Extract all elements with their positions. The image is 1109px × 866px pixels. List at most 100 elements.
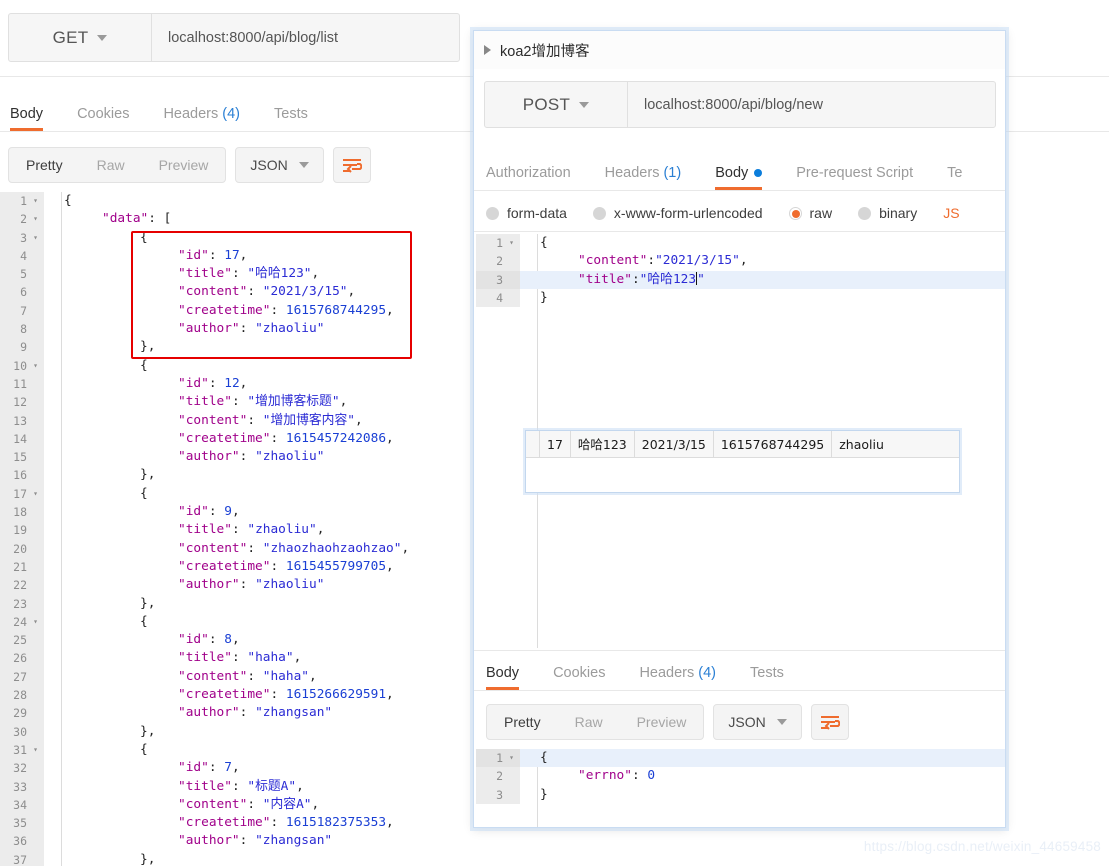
code-token: ,	[239, 247, 248, 263]
code-line[interactable]: 7 "createtime": 1615768744295,	[0, 301, 470, 321]
ov-req-tab-headers[interactable]: Headers (1)	[605, 165, 682, 190]
line-number-text: 26	[13, 651, 27, 666]
ov-req-tab-authorization[interactable]: Authorization	[486, 165, 571, 190]
line-number-text: 34	[13, 797, 27, 812]
code-line[interactable]: 4}	[476, 288, 1005, 308]
code-line[interactable]: 2 "errno": 0	[476, 767, 1005, 786]
code-line[interactable]: 3}	[476, 785, 1005, 804]
ov-req-tab-body[interactable]: Body	[715, 165, 763, 190]
code-line[interactable]: 22 "author": "zhaoliu"	[0, 576, 470, 595]
post-request-window-overlay[interactable]: koa2增加博客 POST localhost:8000/api/blog/ne…	[473, 30, 1006, 828]
bg-mode-preview[interactable]: Preview	[142, 148, 226, 182]
code-line[interactable]: 30},	[0, 722, 470, 741]
code-line[interactable]: 27 "content": "haha",	[0, 667, 470, 687]
code-line[interactable]: 24 ▾ {	[0, 612, 470, 632]
body-type-x-www-form-urlencoded[interactable]: x-www-form-urlencoded	[592, 205, 763, 221]
code-line[interactable]: 33 "title": "标题A",	[0, 777, 470, 796]
code-line[interactable]: 1 ▾{	[476, 749, 1005, 768]
code-line[interactable]: 2 "content":"2021/3/15",	[476, 252, 1005, 271]
body-type-binary[interactable]: binary	[858, 205, 917, 221]
ov-mode-pretty[interactable]: Pretty	[487, 705, 558, 739]
code-line[interactable]: 34 "content": "内容A",	[0, 795, 470, 815]
code-line[interactable]: 19 "title": "zhaoliu",	[0, 521, 470, 540]
code-line[interactable]: 16},	[0, 466, 470, 485]
ov-res-tab-tests[interactable]: Tests	[750, 665, 784, 690]
code-line[interactable]: 31 ▾ {	[0, 740, 470, 760]
bg-url-input[interactable]: localhost:8000/api/blog/list	[152, 14, 459, 61]
overlay-body-format-clipped[interactable]: JS	[943, 205, 959, 221]
code-line[interactable]: 35 "createtime": 1615182375353,	[0, 814, 470, 833]
code-line[interactable]: 29 "author": "zhangsan"	[0, 704, 470, 723]
overlay-word-wrap-button[interactable]	[810, 704, 849, 740]
bg-mode-pretty[interactable]: Pretty	[9, 148, 80, 182]
code-line[interactable]: 17 ▾ {	[0, 484, 470, 504]
ov-req-tab-pre-request-script[interactable]: Pre-request Script	[796, 165, 913, 190]
bg-format-dropdown[interactable]: JSON	[235, 147, 324, 183]
bg-tab-tests[interactable]: Tests	[274, 106, 308, 131]
code-text: "title": "增加博客标题",	[44, 393, 347, 411]
overlay-format-dropdown[interactable]: JSON	[713, 704, 802, 740]
fold-arrow-icon[interactable]: ▾	[31, 357, 38, 375]
overlay-response-body-editor[interactable]: 1 ▾{2 "errno": 0 3}	[476, 749, 1005, 827]
bg-tab-headers[interactable]: Headers (4)	[163, 106, 240, 131]
code-line[interactable]: 21 "createtime": 1615455799705,	[0, 557, 470, 577]
code-line[interactable]: 14 "createtime": 1615457242086,	[0, 429, 470, 449]
body-type-form-data[interactable]: form-data	[486, 205, 567, 221]
code-text: "createtime": 1615457242086,	[44, 430, 394, 448]
code-line[interactable]: 4 "id": 17,	[0, 246, 470, 266]
fold-arrow-icon[interactable]: ▾	[31, 613, 38, 631]
code-line[interactable]: 12 "title": "增加博客标题",	[0, 393, 470, 412]
code-line[interactable]: 5 "title": "哈哈123",	[0, 265, 470, 284]
code-line[interactable]: 26 "title": "haha",	[0, 649, 470, 668]
bg-tab-cookies[interactable]: Cookies	[77, 106, 129, 131]
bg-response-body-editor[interactable]: 1 ▾{2 ▾ "data": [3 ▾{4 "id": 17, 5 "title": "哈哈…	[0, 192, 470, 866]
code-line[interactable]: 23},	[0, 594, 470, 613]
fold-arrow-icon[interactable]: ▾	[31, 485, 38, 503]
ov-req-tab-te[interactable]: Te	[947, 165, 962, 190]
code-line[interactable]: 2 ▾ "data": [	[0, 210, 470, 229]
code-line[interactable]: 1 ▾{	[476, 234, 1005, 253]
bg-word-wrap-button[interactable]	[332, 147, 371, 183]
code-line[interactable]: 9},	[0, 338, 470, 357]
code-line[interactable]: 37},	[0, 850, 470, 866]
code-line[interactable]: 15 "author": "zhaoliu"	[0, 448, 470, 467]
ov-res-tab-cookies[interactable]: Cookies	[553, 665, 605, 690]
code-line[interactable]: 8 "author": "zhaoliu"	[0, 320, 470, 339]
overlay-url-input[interactable]: localhost:8000/api/blog/new	[628, 82, 995, 127]
code-line[interactable]: 18 "id": 9,	[0, 503, 470, 522]
code-line[interactable]: 10 ▾ {	[0, 356, 470, 375]
code-line[interactable]: 3 "title":"哈哈123"	[476, 270, 1005, 289]
bg-tab-body[interactable]: Body	[10, 106, 44, 131]
overlay-request-title-bar[interactable]: koa2增加博客	[474, 31, 1005, 69]
code-line[interactable]: 25 "id": 8,	[0, 631, 470, 650]
fold-arrow-icon[interactable]: ▾	[507, 234, 514, 252]
code-line[interactable]: 1 ▾{	[0, 192, 470, 211]
tab-label: Tests	[750, 665, 784, 681]
code-line[interactable]: 32 "id": 7,	[0, 759, 470, 778]
fold-arrow-icon[interactable]: ▾	[31, 210, 38, 228]
bg-mode-raw[interactable]: Raw	[80, 148, 142, 182]
code-line[interactable]: 20 "content": "zhaozhaohzaohzao",	[0, 539, 470, 558]
line-number-text: 35	[13, 816, 27, 831]
code-line[interactable]: 13 "content": "增加博客内容",	[0, 411, 470, 430]
ov-res-tab-body[interactable]: Body	[486, 665, 520, 690]
code-line[interactable]: 3 ▾{	[0, 228, 470, 247]
code-line[interactable]: 28 "createtime": 1615266629591,	[0, 686, 470, 705]
fold-arrow-icon[interactable]: ▾	[507, 749, 514, 767]
code-line[interactable]: 6 "content": "2021/3/15",	[0, 283, 470, 302]
overlay-method-selector[interactable]: POST	[485, 82, 628, 127]
ov-mode-preview[interactable]: Preview	[620, 705, 704, 739]
fold-arrow-icon[interactable]: ▾	[31, 192, 38, 210]
fold-arrow-icon[interactable]: ▾	[31, 741, 38, 759]
triangle-right-icon[interactable]	[484, 45, 491, 55]
ov-res-tab-headers[interactable]: Headers (4)	[639, 665, 716, 690]
body-type-raw[interactable]: raw	[788, 205, 832, 221]
fold-arrow-icon[interactable]: ▾	[31, 229, 38, 247]
code-line[interactable]: 36 "author": "zhangsan"	[0, 832, 470, 851]
ov-mode-raw[interactable]: Raw	[558, 705, 620, 739]
bg-method-selector[interactable]: GET	[9, 14, 152, 61]
code-token: ,	[386, 558, 394, 574]
code-token: ,	[296, 778, 304, 794]
code-line[interactable]: 11 "id": 12,	[0, 374, 470, 394]
line-number-text: 14	[13, 431, 27, 446]
